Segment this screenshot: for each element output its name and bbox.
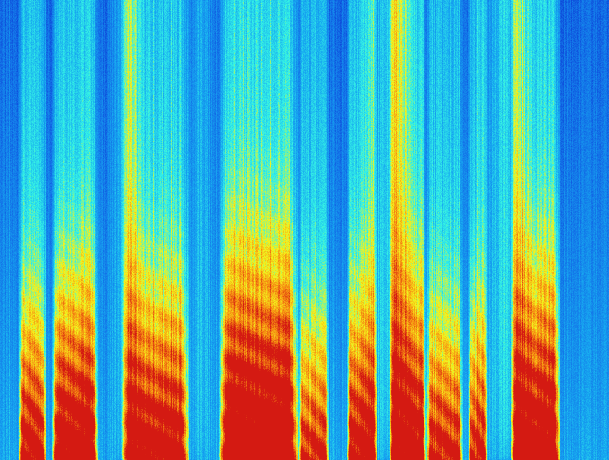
- spectrogram-canvas: [0, 0, 609, 460]
- spectrogram-image: [0, 0, 609, 460]
